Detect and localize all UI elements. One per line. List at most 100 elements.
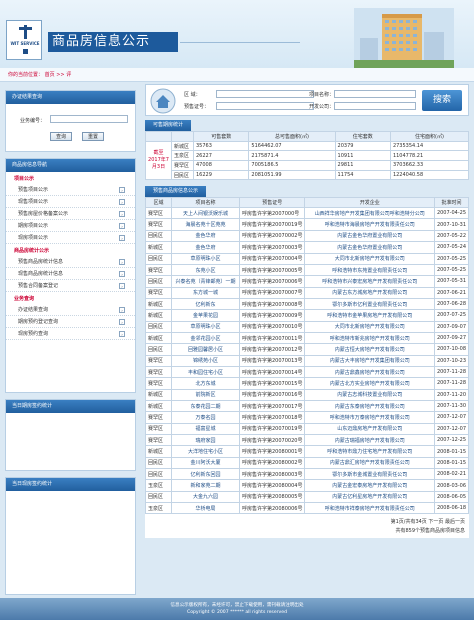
business-number-label: 业务编号： bbox=[20, 118, 46, 124]
breadcrumb-prefix: 你的当前位置： bbox=[8, 72, 44, 78]
site-title: 商品房信息公示 bbox=[48, 32, 178, 52]
left-sidebar: 办证结果查询 业务编号： 查询 重置 商品房信息导航 项目公示 预售项目公示 › … bbox=[5, 90, 136, 601]
menu-item-current-projects[interactable]: 现售项目公示 › bbox=[6, 196, 135, 208]
cell-approval-date: 2007-11-28 bbox=[433, 365, 470, 379]
menu-item-presale-projects[interactable]: 预售项目公示 › bbox=[6, 184, 135, 196]
cell-project-name[interactable]: 金色华府 bbox=[171, 229, 240, 243]
menu-item-ready-projects[interactable]: 现房项目公示 › bbox=[6, 232, 135, 244]
section-business-query: 业务查询 bbox=[14, 296, 35, 302]
cell-developer: 呼和浩特市祥泰房地产开发有限责任公司 bbox=[304, 502, 435, 515]
table-row: 赛罕区 北方东城 呼房售许字第20070015号 内蒙古北方实业房地产开发有限公司 20… bbox=[145, 377, 470, 390]
cell-permit-number: 呼房售许字第20070005号 bbox=[238, 263, 306, 277]
table-row: 玉泉区 新和家苑二期 呼房售许字第20080004号 内蒙古金宏泰房地产开发有限公司 2… bbox=[145, 479, 470, 492]
cell-project-name[interactable]: 丰和园住宅小区 bbox=[171, 365, 240, 379]
permit-number-label: 预售证号： bbox=[184, 104, 210, 110]
cell-project-name[interactable]: 草原明珠小区 bbox=[171, 252, 240, 265]
cell-approval-date: 2008-01-15 bbox=[433, 445, 470, 458]
table-row: 回民区 兴泰名苑（青锋邮苑）一期 呼房售许字第20070006号 呼和浩特市兴泰宏房地… bbox=[145, 275, 470, 288]
cell-approval-date: 2007-11-28 bbox=[433, 377, 470, 390]
chevron-right-icon: › bbox=[119, 223, 125, 229]
cell-district: 玉泉区 bbox=[145, 479, 172, 492]
search-button[interactable]: 搜索 bbox=[422, 90, 462, 111]
project-name-input[interactable] bbox=[334, 90, 416, 98]
cell-district: 赛罕区 bbox=[145, 354, 172, 367]
cell-project-name[interactable]: 亿利新东 bbox=[171, 297, 240, 311]
menu-item-futures-appointment[interactable]: 期房预约登记查询 › bbox=[6, 316, 135, 328]
cell-approval-date: 2008-06-18 bbox=[433, 502, 470, 515]
menu-item-contract-filing[interactable]: 预售合同备案登记 › bbox=[6, 280, 135, 292]
table-row: 新城区 金色华府 呼房售许字第20070003号 内蒙古金色华府置业有限公司 2007-… bbox=[145, 241, 470, 254]
menu-item-cert-query[interactable]: 办证结果查询 › bbox=[6, 304, 135, 316]
search-panel: 区 域： 项目名称： 预售证号： 开发公司： 搜索 bbox=[145, 84, 469, 116]
menu-item-price-filing[interactable]: 预售房屋价格备案公示 › bbox=[6, 208, 135, 220]
cell-project-name[interactable]: 大金九六园 bbox=[171, 490, 240, 504]
query-button[interactable]: 查询 bbox=[50, 132, 72, 141]
cell-project-name[interactable]: 金川阿沃大厦 bbox=[171, 456, 240, 470]
cell-approval-date: 2007-12-07 bbox=[433, 422, 470, 436]
cell-project-name[interactable]: 天上人间银沃娱乐城 bbox=[171, 207, 240, 220]
breadcrumb-separator: >> bbox=[56, 72, 65, 78]
chevron-right-icon: › bbox=[119, 331, 125, 337]
cell-permit-number: 呼房售许字第20070002号 bbox=[238, 229, 306, 243]
cell-permit-number: 呼房售许字第20080003号 bbox=[238, 468, 306, 481]
menu-item-futures-projects[interactable]: 期房项目公示 › bbox=[6, 220, 135, 232]
cell-developer: 呼和浩特市万泰房地产开发有限公司 bbox=[304, 411, 435, 424]
logo-text: WIT SERVICE bbox=[10, 41, 40, 46]
cell-project-name[interactable]: 回雅园馨居小区 bbox=[171, 343, 240, 356]
cell-district: 回民区 bbox=[145, 468, 172, 481]
cell-project-name[interactable]: 草原明珠小区 bbox=[171, 320, 240, 333]
cell-project-name[interactable]: 海晨名苑十区苑苑 bbox=[171, 218, 240, 231]
developer-input[interactable] bbox=[334, 102, 416, 110]
chevron-right-icon: › bbox=[119, 307, 125, 313]
cell-project-name[interactable]: 东方城一城 bbox=[171, 286, 240, 299]
chevron-right-icon: › bbox=[119, 319, 125, 325]
cell-project-name[interactable]: 锦绣苑小区 bbox=[171, 354, 240, 367]
table-row: 玉泉区 华桥电局 呼房售许字第20080006号 呼和浩特市祥泰房地产开发有限责任公司… bbox=[145, 502, 470, 515]
district-select[interactable] bbox=[216, 90, 314, 98]
chevron-right-icon: › bbox=[119, 283, 125, 289]
cell-project-name[interactable]: 新和家苑二期 bbox=[171, 479, 240, 492]
permit-number-input[interactable] bbox=[216, 102, 314, 110]
cell-developer: 大同市北新房地产开发有限公司 bbox=[304, 320, 435, 333]
cell-project-name[interactable]: 大洋地住宅小区 bbox=[171, 445, 240, 458]
table-row: 赛罕区 万泰名园 呼房售许字第20070018号 呼和浩特市万泰房地产开发有限公司 20… bbox=[145, 411, 470, 424]
cell-project-name[interactable]: 亿利新东回园 bbox=[171, 468, 240, 481]
cell-district: 新城区 bbox=[145, 309, 172, 322]
cell-permit-number: 呼房售许字第20070011号 bbox=[238, 331, 306, 345]
cell-project-name[interactable]: 前院新区 bbox=[171, 388, 240, 401]
cell-project-name[interactable]: 东苑小区 bbox=[171, 263, 240, 277]
business-number-input[interactable] bbox=[50, 115, 128, 123]
cell-project-name[interactable]: 金色华府 bbox=[171, 241, 240, 254]
cell-developer: 内蒙古金色华府置业有限公司 bbox=[304, 229, 435, 243]
menu-item-presale-stats[interactable]: 预售商品房统计信息 › bbox=[6, 256, 135, 268]
cell-district: 赛罕区 bbox=[145, 207, 172, 220]
cell-permit-number: 呼房售许字第20070009号 bbox=[238, 309, 306, 322]
house-search-icon bbox=[150, 88, 176, 114]
cell-project-name[interactable]: 福富星城 bbox=[171, 422, 240, 436]
cell-approval-date: 2008-02-21 bbox=[433, 468, 470, 481]
cell-permit-number: 呼房售许字第20070010号 bbox=[238, 320, 306, 333]
cell-approval-date: 2007-06-28 bbox=[433, 297, 470, 311]
stats-tab: 可售期房统计 bbox=[145, 120, 192, 131]
pagination-links[interactable]: 第1页/共有34页 下一页 最后一页 bbox=[145, 518, 465, 527]
cell-approval-date: 2007-12-25 bbox=[433, 433, 470, 447]
cell-project-name[interactable]: 瑞府家园 bbox=[171, 433, 240, 447]
cell-developer: 内蒙古北方实业房地产开发有限公司 bbox=[304, 377, 435, 390]
cell-project-name[interactable]: 金苹果花园 bbox=[171, 309, 240, 322]
table-row: 赛罕区 福富星城 呼房售许字第20070019号 山东迈鼎房地产开发有限公司 2007-… bbox=[145, 422, 470, 436]
chevron-right-icon: › bbox=[119, 199, 125, 205]
cell-permit-number: 呼房售许字第20080002号 bbox=[238, 456, 306, 470]
menu-item-ready-appointment[interactable]: 现房预约查询 › bbox=[6, 328, 135, 340]
cell-project-name[interactable]: 万泰名园 bbox=[171, 411, 240, 424]
cell-project-name[interactable]: 金邻花园小区 bbox=[171, 331, 240, 345]
cell-developer: 内蒙古大丰房地产开发集团有限公司 bbox=[304, 354, 435, 367]
cell-project-name[interactable]: 东泰花园二期 bbox=[171, 399, 240, 413]
cell-project-name[interactable]: 兴泰名苑（青锋邮苑）一期 bbox=[171, 275, 240, 288]
table-row: 赛罕区 海晨名苑十区苑苑 呼房售许字第20070019号 呼和浩特市海晨房地产开发有限… bbox=[145, 218, 470, 231]
menu-item-current-stats[interactable]: 现售商品房统计信息 › bbox=[6, 268, 135, 280]
cell-project-name[interactable]: 北方东城 bbox=[171, 377, 240, 390]
cell-project-name[interactable]: 华桥电局 bbox=[171, 502, 240, 515]
table-row: 新城区 前院新区 呼房售许字第20070016号 内蒙古志城科技置业有限公司 2007-… bbox=[145, 388, 470, 401]
reset-button[interactable]: 重置 bbox=[82, 132, 104, 141]
breadcrumb-home-link[interactable]: 首页 bbox=[45, 72, 55, 78]
